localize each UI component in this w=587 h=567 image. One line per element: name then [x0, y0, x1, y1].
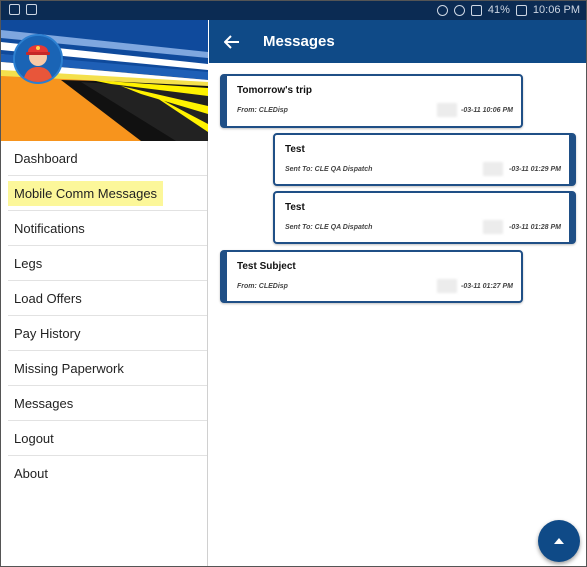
notification-icon — [9, 4, 20, 15]
message-date: -03-11 01:28 PM — [508, 224, 561, 231]
message-card[interactable]: Test Sent To: CLE QA Dispatch -03-11 01:… — [273, 191, 576, 244]
wifi-icon — [470, 4, 482, 16]
back-button[interactable] — [209, 20, 255, 63]
app-frame: 41% 10:06 PM Dashboard Mobile Comm Messa… — [0, 0, 587, 567]
redacted-year — [437, 279, 457, 293]
menu-item-about[interactable]: About — [8, 456, 207, 491]
menu-item-label: Logout — [14, 430, 54, 446]
menu-item-label: Missing Paperwork — [14, 360, 124, 376]
redacted-year — [483, 162, 503, 176]
drawer-header — [1, 20, 208, 141]
menu-item-missing-paperwork[interactable]: Missing Paperwork — [8, 351, 207, 386]
menu-item-mobile-comm-messages[interactable]: Mobile Comm Messages — [8, 176, 207, 211]
driver-avatar[interactable] — [13, 34, 63, 84]
menu-item-label: Pay History — [14, 325, 81, 341]
menu-item-logout[interactable]: Logout — [8, 421, 207, 456]
redacted-year — [437, 103, 457, 117]
message-recipient: Sent To: CLE QA Dispatch — [285, 166, 373, 173]
menu-item-legs[interactable]: Legs — [8, 246, 207, 281]
message-subject: Test Subject — [237, 261, 296, 272]
status-time: 10:06 PM — [532, 4, 580, 16]
mute-icon — [453, 4, 465, 16]
messages-screen: Messages Tomorrow's trip From: CLEDisp -… — [209, 20, 586, 566]
page-title: Messages — [263, 33, 335, 50]
menu-item-load-offers[interactable]: Load Offers — [8, 281, 207, 316]
battery-text: 41% — [487, 4, 510, 16]
status-bar: 41% 10:06 PM — [1, 1, 586, 20]
menu-item-pay-history[interactable]: Pay History — [8, 316, 207, 351]
app-bar: Messages — [209, 20, 586, 63]
menu-item-label: About — [14, 466, 48, 481]
message-date: -03-11 10:06 PM — [460, 107, 513, 114]
menu-item-notifications[interactable]: Notifications — [8, 211, 207, 246]
menu-item-dashboard[interactable]: Dashboard — [8, 141, 207, 176]
message-sender: From: CLEDisp — [237, 283, 288, 290]
menu-item-label: Load Offers — [14, 290, 82, 306]
message-subject: Test — [285, 202, 305, 213]
arrow-left-icon — [224, 34, 239, 49]
drawer-menu: Dashboard Mobile Comm Messages Notificat… — [1, 141, 207, 491]
battery-icon — [515, 4, 527, 16]
message-card[interactable]: Test Subject From: CLEDisp -03-11 01:27 … — [220, 250, 523, 303]
menu-item-label: Dashboard — [14, 150, 78, 166]
menu-item-label: Legs — [14, 255, 43, 271]
message-subject: Test — [285, 144, 305, 155]
image-icon — [26, 4, 37, 15]
location-icon — [436, 4, 448, 16]
menu-item-messages[interactable]: Messages — [8, 386, 207, 421]
menu-item-label: Messages — [14, 395, 74, 411]
message-card[interactable]: Tomorrow's trip From: CLEDisp -03-11 10:… — [220, 74, 523, 128]
driver-avatar-icon — [15, 36, 61, 82]
message-date: -03-11 01:27 PM — [460, 283, 513, 290]
menu-item-label: Mobile Comm Messages — [8, 180, 164, 206]
message-subject: Tomorrow's trip — [237, 85, 312, 96]
message-recipient: Sent To: CLE QA Dispatch — [285, 224, 373, 231]
message-sender: From: CLEDisp — [237, 107, 288, 114]
message-date: -03-11 01:29 PM — [508, 166, 561, 173]
navigation-drawer: Dashboard Mobile Comm Messages Notificat… — [1, 20, 208, 566]
message-card[interactable]: Test Sent To: CLE QA Dispatch -03-11 01:… — [273, 133, 576, 186]
redacted-year — [483, 220, 503, 234]
menu-item-label: Notifications — [14, 220, 85, 236]
arrow-up-icon — [554, 538, 564, 544]
scroll-to-top-button[interactable] — [538, 520, 580, 562]
